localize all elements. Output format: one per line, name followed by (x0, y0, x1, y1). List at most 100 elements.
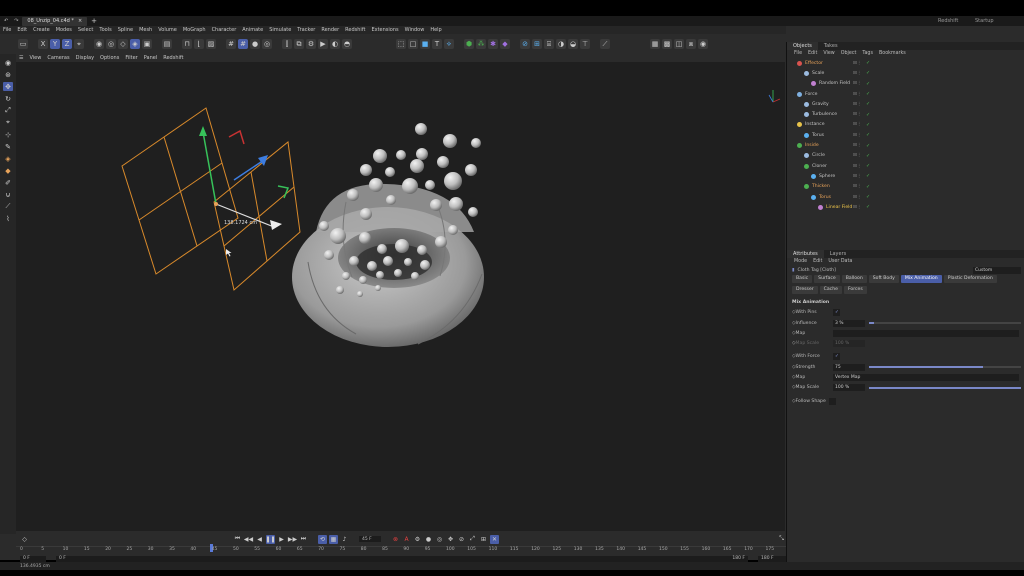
enabled-check-icon[interactable]: ✓ (866, 204, 870, 210)
prev-frame-icon[interactable]: ◀ (255, 535, 264, 544)
enabled-check-icon[interactable]: ✓ (866, 132, 870, 138)
object-mode-icon[interactable]: ◎ (106, 39, 116, 49)
grid-snap-icon[interactable]: # (238, 39, 248, 49)
cube-icon[interactable]: □ (408, 39, 418, 49)
viewport-menu-options[interactable]: Options (97, 55, 122, 61)
menu-animate[interactable]: Animate (239, 27, 266, 33)
attr-tab-soft-body[interactable]: Soft Body (868, 275, 899, 284)
polygons-mode-icon[interactable]: ▣ (142, 39, 152, 49)
object-row[interactable]: Torus ⊟⋮ ✓ (787, 130, 1024, 140)
move-tool-icon[interactable]: ✥ (3, 82, 13, 91)
enabled-check-icon[interactable]: ✓ (866, 153, 870, 159)
visibility-toggle-icon[interactable]: ⊟⋮ (853, 102, 861, 107)
goto-start-icon[interactable]: ⏮ (233, 535, 242, 544)
move-key-icon[interactable]: ✥ (446, 535, 455, 544)
x-axis-icon[interactable]: X (38, 39, 48, 49)
move-icon[interactable]: ⬚ (396, 39, 406, 49)
param-checkbox[interactable] (829, 397, 836, 405)
position-key-icon[interactable]: ● (424, 535, 433, 544)
clapper-icon[interactable]: ▦ (650, 39, 660, 49)
next-key-icon[interactable]: ▶▶ (288, 535, 297, 544)
pause-icon[interactable]: ❚❚ (265, 534, 276, 544)
scene-icon[interactable]: ⊞ (532, 39, 542, 49)
attr-tab-cache[interactable]: Cache (819, 286, 842, 295)
viewport-menu-cameras[interactable]: Cameras (44, 55, 72, 61)
pla-icon[interactable]: ◎ (435, 535, 444, 544)
tab-attributes[interactable]: Attributes (787, 250, 824, 258)
viewport-menu-redshift[interactable]: Redshift (160, 55, 186, 61)
param-value-field[interactable]: 100 % (833, 384, 865, 392)
blue-cube-icon[interactable]: ■ (420, 39, 430, 49)
attributes-menu-user-data[interactable]: User Data (825, 259, 855, 264)
objects-menu-view[interactable]: View (820, 51, 837, 56)
enabled-check-icon[interactable]: ✓ (866, 101, 870, 107)
menu-window[interactable]: Window (402, 27, 428, 33)
attr-tab-mix-animation[interactable]: Mix Animation (900, 275, 942, 284)
menu-tools[interactable]: Tools (96, 27, 114, 33)
menu-spline[interactable]: Spline (115, 27, 136, 33)
menu-file[interactable]: File (0, 27, 14, 33)
menu-modes[interactable]: Modes (53, 27, 75, 33)
viewport-icon[interactable]: ☰ (16, 55, 26, 61)
snap-icon[interactable]: ⊓ (182, 39, 192, 49)
floor-icon[interactable]: ⊤ (580, 39, 590, 49)
live-select-icon[interactable]: ⊛ (3, 70, 13, 79)
new-tab-icon[interactable]: + (91, 17, 97, 25)
tab-layers[interactable]: Layers (824, 250, 853, 258)
autokey-icon[interactable]: A (402, 535, 411, 544)
redo-icon[interactable]: ↷ (14, 18, 18, 24)
menu-mesh[interactable]: Mesh (136, 27, 155, 33)
attr-tab-basic[interactable]: Basic (792, 275, 813, 284)
object-row[interactable]: Turbulence ⊟⋮ ✓ (787, 109, 1024, 119)
param-slider[interactable] (869, 386, 1021, 389)
object-row[interactable]: Sphere ⊟⋮ ✓ (787, 171, 1024, 181)
enabled-check-icon[interactable]: ✓ (866, 70, 870, 76)
teapot-icon[interactable]: ◓ (342, 39, 352, 49)
text-icon[interactable]: T (432, 39, 442, 49)
sculpt-icon[interactable]: ⌇ (3, 214, 13, 223)
param-value-field[interactable]: 3 % (833, 319, 865, 327)
visibility-toggle-icon[interactable]: ⊟⋮ (853, 164, 861, 169)
document-tab[interactable]: 08_Unzip_04.c4d * × (22, 16, 88, 26)
enabled-check-icon[interactable]: ✓ (866, 173, 870, 179)
renderer-label[interactable]: Redshift (938, 18, 958, 24)
tag-icon[interactable]: ⊘ (520, 39, 530, 49)
knife-icon[interactable]: ✎ (3, 142, 13, 151)
lock-icon[interactable]: ▨ (206, 39, 216, 49)
generator-icon[interactable]: ⬢ (464, 39, 474, 49)
timeline-scale-icon[interactable]: ⤡ (777, 535, 786, 544)
rotate-tool-icon[interactable]: ↻ (3, 94, 13, 103)
menu-help[interactable]: Help (427, 27, 444, 33)
enabled-check-icon[interactable]: ✓ (866, 81, 870, 87)
attr-tab-surface[interactable]: Surface (814, 275, 840, 284)
objects-menu-bookmarks[interactable]: Bookmarks (876, 51, 909, 56)
range-slider[interactable]: 0 F 180 F (56, 555, 748, 562)
uv-mode-icon[interactable]: ▤ (162, 39, 172, 49)
menu-volume[interactable]: Volume (155, 27, 180, 33)
objects-menu-object[interactable]: Object (838, 51, 860, 56)
viewport-menu-view[interactable]: View (26, 55, 44, 61)
menu-select[interactable]: Select (75, 27, 96, 33)
enabled-check-icon[interactable]: ✓ (866, 122, 870, 128)
object-row[interactable]: Inside ⊟⋮ ✓ (787, 140, 1024, 150)
sound-icon[interactable]: ♪ (340, 535, 349, 544)
goto-end-icon[interactable]: ⏭ (299, 535, 308, 544)
object-row[interactable]: Scale ⊟⋮ ✓ (787, 68, 1024, 78)
enabled-check-icon[interactable]: ✓ (866, 91, 870, 97)
objects-menu-tags[interactable]: Tags (859, 51, 876, 56)
symmetry-icon[interactable]: ⫿ (282, 39, 292, 49)
axis-icon[interactable]: ⊹ (3, 130, 13, 139)
viewport-menu-panel[interactable]: Panel (141, 55, 161, 61)
key-settings-icon[interactable]: ⚙ (413, 535, 422, 544)
visibility-toggle-icon[interactable]: ⊟⋮ (853, 81, 861, 86)
menu-mograph[interactable]: MoGraph (180, 27, 209, 33)
preset-dropdown[interactable]: Custom (973, 266, 1021, 274)
timeline-ruler[interactable]: 0 5 10 15 20 25 30 35 40 45 50 55 60 65 70 75 80 85 90 95 10… (16, 544, 795, 555)
undo-icon[interactable]: ↶ (4, 18, 8, 24)
attr-tab-forces[interactable]: Forces (843, 286, 867, 295)
menu-create[interactable]: Create (30, 27, 53, 33)
render-icon[interactable]: ▶ (318, 39, 328, 49)
start-frame-field[interactable]: 0 F (20, 555, 46, 562)
menu-tracker[interactable]: Tracker (294, 27, 318, 33)
keyframe-icon[interactable]: ◇ (20, 535, 29, 544)
